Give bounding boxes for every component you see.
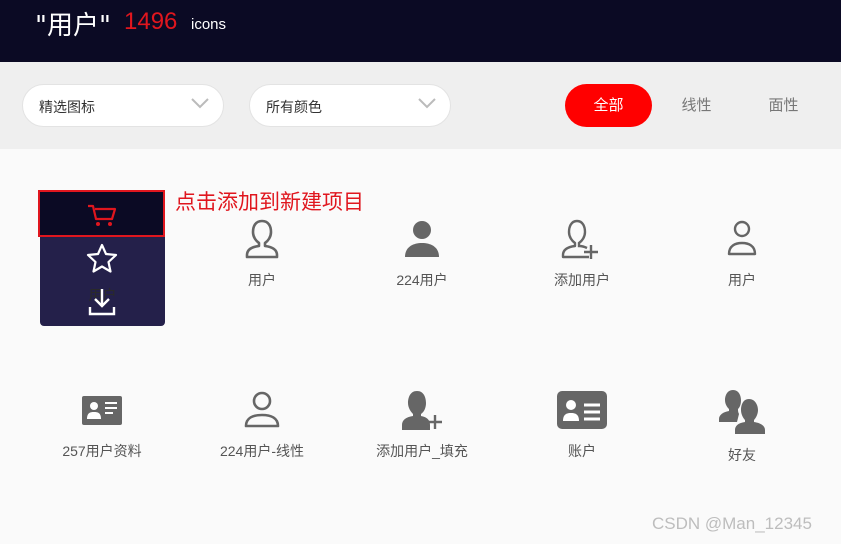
chevron-down-icon	[191, 98, 209, 109]
icon-tile[interactable]: 257用户资料	[22, 389, 182, 461]
icon-tile[interactable]: 添加用户	[502, 218, 662, 290]
cart-icon	[88, 204, 117, 226]
filter-bar: 精选图标 所有颜色 全部 线性 面性	[0, 62, 841, 149]
color-select[interactable]: 所有颜色	[249, 84, 451, 127]
add-to-project-tooltip: 点击添加到新建项目	[175, 191, 364, 214]
user-thin-icon	[727, 220, 757, 256]
icon-set-select-value: 精选图标	[39, 99, 95, 115]
account-card-icon	[557, 391, 607, 429]
icon-tile[interactable]: 账户	[502, 389, 662, 461]
chevron-down-icon	[418, 98, 436, 109]
color-select-value: 所有颜色	[266, 99, 322, 115]
watermark: CSDN @Man_12345	[652, 514, 812, 533]
icon-tile[interactable]: 添加用户_填充	[342, 389, 502, 461]
star-icon[interactable]	[86, 243, 118, 273]
icon-tile[interactable]: 用户	[182, 218, 342, 290]
add-to-cart-button[interactable]	[38, 190, 165, 237]
icon-set-select[interactable]: 精选图标	[22, 84, 224, 127]
add-user-outline-icon	[561, 219, 598, 259]
add-user-filled-icon	[402, 391, 442, 430]
icon-label: 账户	[568, 443, 596, 459]
user-outline-icon	[245, 219, 279, 259]
download-icon[interactable]	[86, 287, 118, 317]
icon-tile[interactable]: 好友	[662, 389, 822, 465]
user-line-icon	[244, 391, 280, 428]
icon-label: 用户	[728, 272, 756, 288]
icon-label: 添加用户	[554, 272, 610, 288]
id-card-icon	[82, 396, 122, 425]
tab-outline[interactable]: 线性	[653, 84, 740, 127]
icon-tile[interactable]: 224用户	[342, 218, 502, 290]
icon-label: 添加用户_填充	[376, 443, 468, 459]
friends-icon	[719, 390, 765, 434]
result-unit: icons	[191, 16, 227, 33]
icon-label: 224用户-线性	[219, 443, 305, 459]
icon-tile[interactable]: 用户	[662, 218, 822, 290]
results-header: "用户" 1496 icons	[0, 0, 841, 62]
tab-filled[interactable]: 面性	[740, 84, 827, 127]
icon-tile[interactable]: 224用户-线性	[182, 389, 342, 461]
icon-label: 224用户	[396, 272, 448, 288]
tab-all[interactable]: 全部	[565, 84, 652, 127]
user-filled-icon	[405, 221, 439, 257]
icon-label: 用户	[248, 272, 276, 288]
result-count: 1496	[124, 8, 178, 35]
icon-label: 257用户资料	[62, 443, 142, 459]
icon-label: 好友	[728, 447, 756, 463]
search-query: "用户"	[35, 11, 111, 41]
